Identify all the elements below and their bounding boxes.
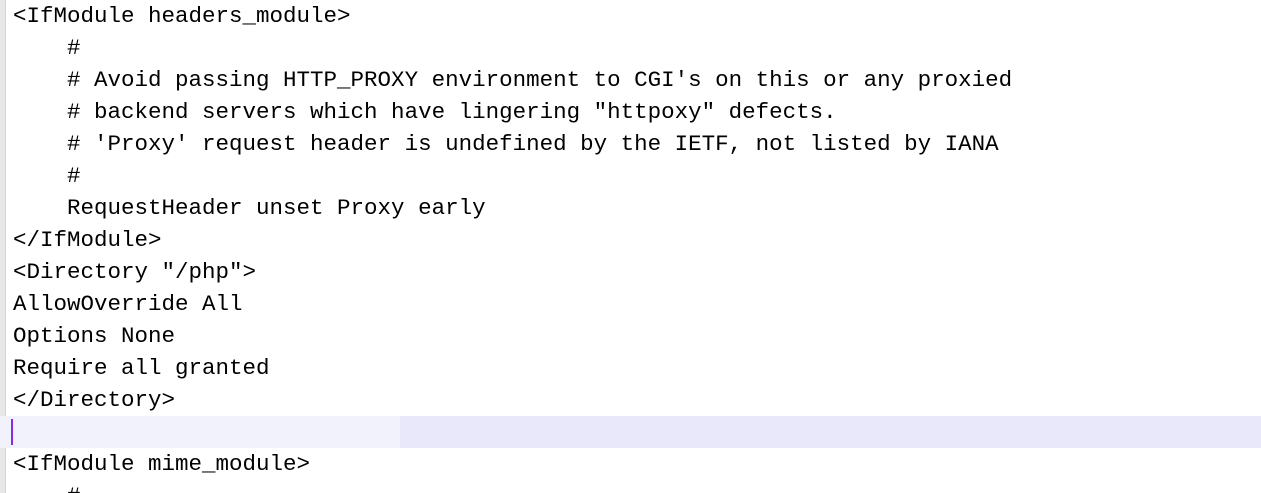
code-line[interactable]: <IfModule mime_module> [0,448,1261,480]
code-line[interactable]: </Directory> [0,384,1261,416]
code-line[interactable]: Require all granted [0,352,1261,384]
code-line[interactable]: # [0,480,1261,493]
code-line[interactable]: # Avoid passing HTTP_PROXY environment t… [0,64,1261,96]
text-caret [11,419,13,445]
code-line[interactable]: # 'Proxy' request header is undefined by… [0,128,1261,160]
code-line[interactable]: # [0,32,1261,64]
code-line[interactable]: <Directory "/php"> [0,256,1261,288]
code-line[interactable]: # backend servers which have lingering "… [0,96,1261,128]
code-line[interactable]: # [0,160,1261,192]
code-line[interactable]: AllowOverride All [0,288,1261,320]
code-line[interactable]: </IfModule> [0,224,1261,256]
code-editor[interactable]: <IfModule headers_module> # # Avoid pass… [0,0,1261,493]
current-code-line[interactable] [0,416,1261,448]
code-line[interactable]: Options None [0,320,1261,352]
code-line[interactable]: RequestHeader unset Proxy early [0,192,1261,224]
code-line[interactable]: <IfModule headers_module> [0,0,1261,32]
code-lines: <IfModule headers_module> # # Avoid pass… [0,0,1261,493]
